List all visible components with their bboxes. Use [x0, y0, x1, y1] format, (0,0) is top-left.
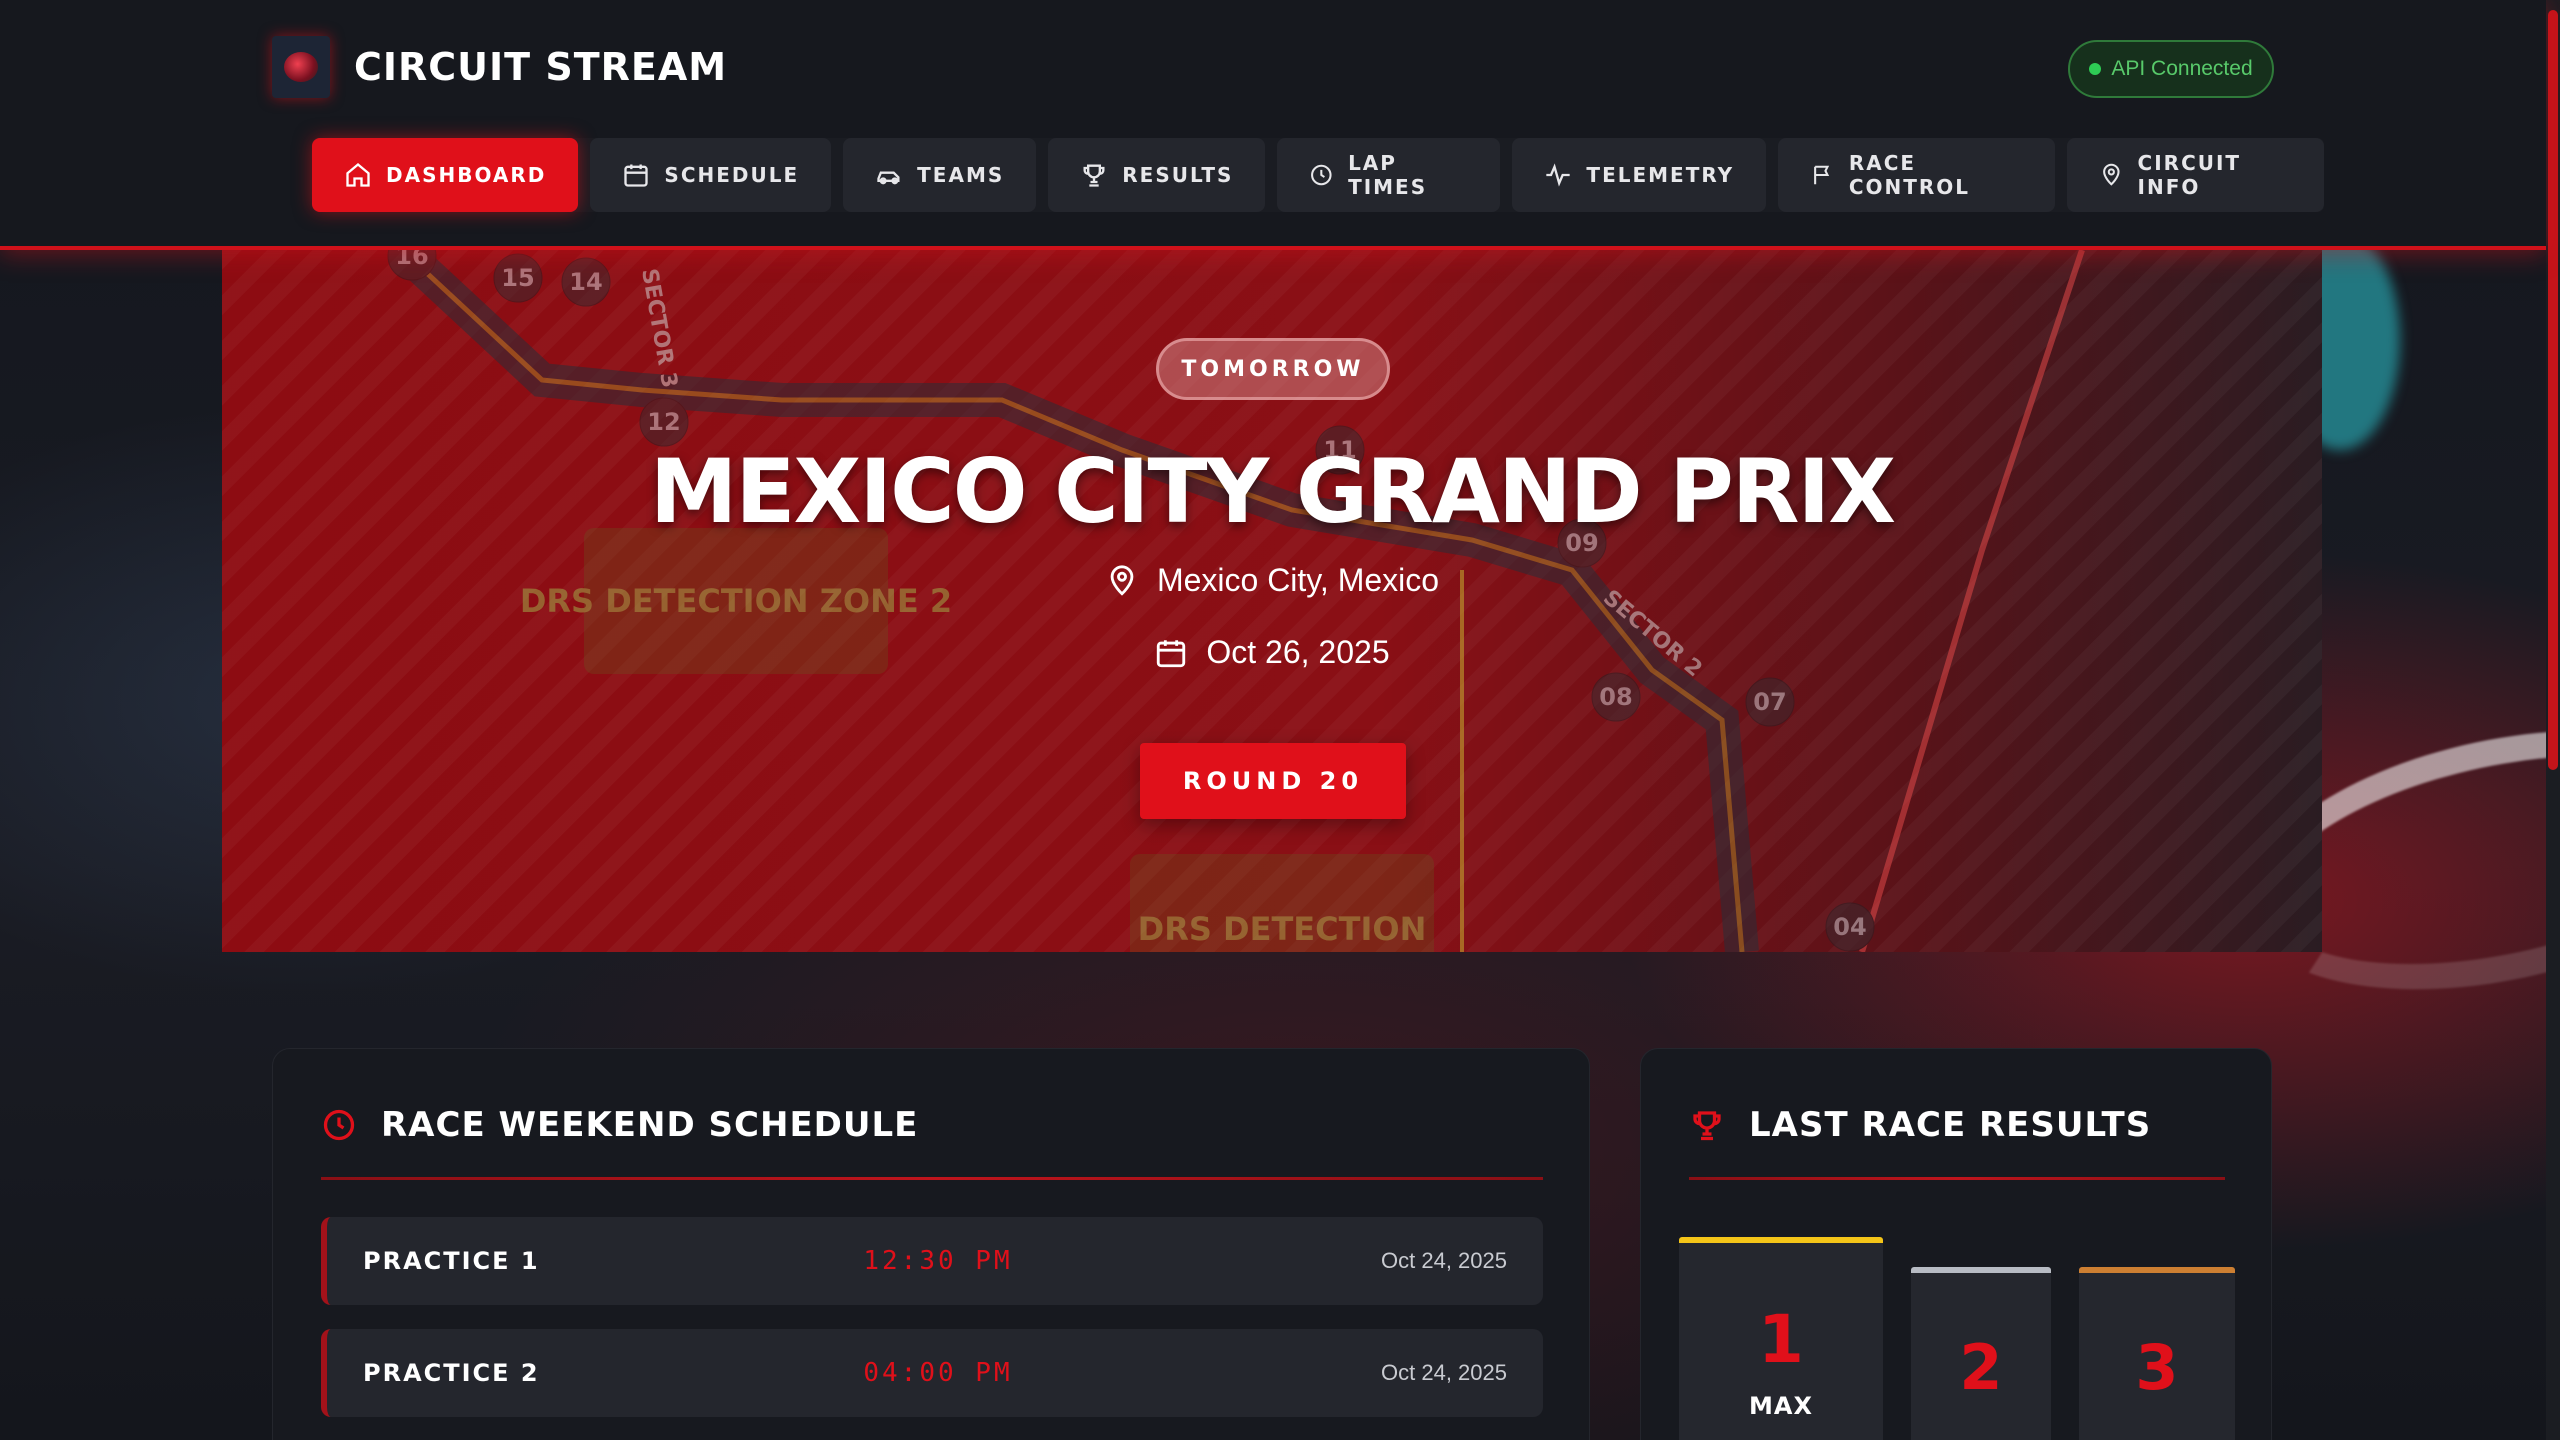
status-dot-icon — [2089, 63, 2102, 75]
podium-position: 3 — [2135, 1331, 2179, 1404]
turn-label: 04 — [1833, 913, 1866, 941]
map-pin-icon — [2102, 163, 2120, 186]
calendar-icon — [624, 164, 649, 187]
session-time: 12:30 PM — [863, 1246, 1013, 1276]
podium-color-bar — [1911, 1267, 2051, 1273]
api-status-label: API Connected — [2111, 57, 2253, 80]
top-header: CIRCUIT STREAM API Connected DASHBOARD S… — [0, 0, 2546, 250]
activity-icon — [1546, 163, 1571, 187]
podium-second[interactable]: 2 — [1911, 1267, 2051, 1440]
map-pin-icon — [1110, 564, 1134, 596]
schedule-title: RACE WEEKEND SCHEDULE — [381, 1105, 919, 1145]
turn-label: 07 — [1753, 688, 1786, 716]
drs-zone-label: DRS DETECTION — [1138, 910, 1427, 948]
nav-label: CIRCUIT INFO — [2137, 151, 2242, 199]
nav-label: RACE CONTROL — [1848, 151, 1971, 199]
turn-label: 16 — [395, 250, 428, 270]
podium-color-bar — [2079, 1267, 2235, 1273]
api-status-badge: API Connected — [2068, 40, 2274, 98]
nav-dashboard[interactable]: DASHBOARD — [312, 138, 579, 212]
results-title: LAST RACE RESULTS — [1749, 1105, 2152, 1145]
clock-icon — [323, 1109, 355, 1141]
session-date: Oct 24, 2025 — [1381, 1248, 1507, 1273]
nav-label: RESULTS — [1122, 163, 1234, 187]
race-location: Mexico City, Mexico — [222, 562, 2322, 599]
race-title: MEXICO CITY GRAND PRIX — [649, 440, 1896, 543]
page-scrollbar[interactable] — [2546, 0, 2560, 1440]
race-weekend-schedule-panel: RACE WEEKEND SCHEDULE PRACTICE 1 12:30 P… — [272, 1048, 1590, 1440]
trophy-icon — [1083, 164, 1105, 187]
next-race-hero: 16 15 14 12 11 09 08 07 04 SECTOR 3 SECT… — [222, 250, 2322, 952]
sector-label: SECTOR 3 — [636, 267, 682, 390]
nav-telemetry[interactable]: TELEMETRY — [1512, 138, 1767, 212]
nav-teams[interactable]: TEAMS — [843, 138, 1037, 212]
last-race-results-panel: LAST RACE RESULTS 1 MAX 2 3 — [1640, 1048, 2272, 1440]
turn-label: 14 — [569, 268, 602, 296]
nav-lap-times[interactable]: LAP TIMES — [1277, 138, 1501, 212]
home-icon — [346, 162, 370, 187]
nav-label: TELEMETRY — [1586, 163, 1735, 187]
podium-third[interactable]: 3 — [2079, 1267, 2235, 1440]
podium-color-bar — [1679, 1237, 1883, 1243]
race-date-text: Oct 26, 2025 — [1206, 634, 1390, 670]
nav-circuit-info[interactable]: CIRCUIT INFO — [2066, 138, 2324, 212]
race-timing-badge: TOMORROW — [1156, 338, 1390, 400]
main-nav: DASHBOARD SCHEDULE TEAMS RESULTS LAP TIM… — [312, 138, 2324, 212]
nav-label: SCHEDULE — [664, 163, 800, 187]
session-row[interactable]: PRACTICE 2 04:00 PM Oct 24, 2025 — [321, 1329, 1543, 1417]
race-location-text: Mexico City, Mexico — [1156, 562, 1440, 598]
nav-label: DASHBOARD — [386, 163, 547, 187]
nav-schedule[interactable]: SCHEDULE — [590, 138, 832, 212]
trophy-icon — [1693, 1111, 1721, 1141]
logo-badge-icon — [284, 52, 318, 82]
panel-title: LAST RACE RESULTS — [1689, 1105, 2151, 1145]
race-date: Oct 26, 2025 — [222, 634, 2322, 671]
divider — [321, 1177, 1543, 1180]
nav-results[interactable]: RESULTS — [1048, 138, 1266, 212]
turn-label: 12 — [647, 408, 680, 436]
nav-race-control[interactable]: RACE CONTROL — [1778, 138, 2055, 212]
brand-name: CIRCUIT STREAM — [354, 45, 728, 89]
session-row[interactable]: PRACTICE 1 12:30 PM Oct 24, 2025 — [321, 1217, 1543, 1305]
calendar-icon — [1157, 639, 1186, 667]
podium-position: 1 — [1758, 1301, 1804, 1378]
podium-first[interactable]: 1 MAX — [1679, 1237, 1883, 1440]
brand-logo — [272, 36, 330, 98]
turn-label: 15 — [501, 264, 534, 292]
nav-label: LAP TIMES — [1348, 151, 1428, 199]
session-time: 04:00 PM — [863, 1358, 1013, 1388]
round-button[interactable]: ROUND 20 — [1140, 743, 1406, 819]
divider — [1689, 1177, 2225, 1180]
nav-label: TEAMS — [917, 163, 1005, 187]
panel-title: RACE WEEKEND SCHEDULE — [321, 1105, 918, 1145]
scrollbar-thumb[interactable] — [2548, 10, 2558, 770]
clock-icon — [1311, 164, 1333, 186]
podium-position: 2 — [1959, 1331, 2003, 1404]
flag-icon — [1814, 165, 1830, 185]
brand[interactable]: CIRCUIT STREAM — [272, 36, 727, 98]
car-icon — [877, 171, 900, 185]
session-date: Oct 24, 2025 — [1381, 1360, 1507, 1385]
podium-driver-name: MAX — [1749, 1392, 1813, 1420]
turn-label: 08 — [1599, 683, 1632, 711]
